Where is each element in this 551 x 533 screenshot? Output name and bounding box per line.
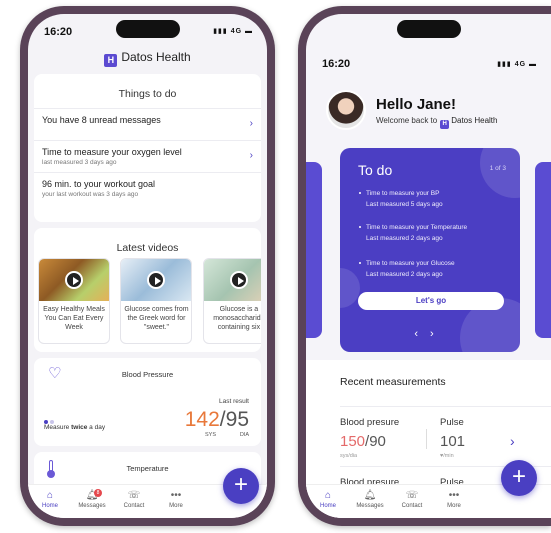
camera-notch — [115, 20, 180, 38]
tab-messages[interactable]: 🔔︎ 8 Messages — [72, 489, 112, 509]
status-time: 16:20 — [44, 26, 73, 38]
bp-value: 142/95 — [185, 408, 249, 432]
todo-item-title: 96 min. to your workout goal — [42, 179, 156, 189]
bell-icon: 🔔︎ — [85, 490, 99, 501]
more-dots-icon: ••• — [448, 490, 460, 501]
add-button[interactable]: + — [501, 460, 537, 496]
chevron-left-icon[interactable]: ‹ — [414, 328, 430, 340]
bp-sys-value: 142 — [184, 408, 220, 431]
todo-list: You have 8 unread messages › Time to mea… — [34, 108, 261, 204]
chevron-right-icon[interactable]: › — [430, 328, 446, 340]
todo-item-title: Time to measure your oxygen level — [42, 147, 182, 157]
bell-icon: 🔔︎ — [363, 490, 377, 501]
video-caption: Glucose is a monosaccharide containing s… — [213, 306, 261, 331]
unread-badge: 8 — [94, 489, 102, 497]
play-icon[interactable] — [65, 271, 83, 289]
blood-pressure-title: Blood Pressure — [121, 370, 174, 379]
todo-item-glucose[interactable]: Time to measure your Glucose Last measure… — [359, 258, 455, 280]
last-result-label: Last result — [219, 398, 249, 405]
home-icon: ⌂ — [324, 490, 332, 501]
todo-item-sub: last measured 3 days ago — [42, 159, 117, 166]
tab-messages[interactable]: 🔔︎ Messages — [350, 489, 390, 509]
blood-pressure-card[interactable]: ♡ Blood Pressure Last result 142/95 SYS … — [34, 358, 261, 446]
phone-frame-right: 16:20 ▮▮▮ 4G ▬ Hello Jane! Welcome back … — [298, 6, 551, 526]
brand-name: Datos Health — [121, 50, 191, 64]
measure-frequency: Measure twice a day — [44, 424, 106, 431]
video-card-glucose[interactable]: Glucose comes from the Greek word for "s… — [120, 258, 193, 344]
play-icon[interactable] — [229, 271, 248, 289]
carousel-prev-card[interactable] — [306, 162, 322, 338]
tab-more[interactable]: ••• More — [156, 489, 196, 509]
network-label: 4G — [230, 28, 243, 35]
bp-label: Blood presure — [340, 417, 400, 428]
phone-icon: ☏ — [127, 490, 141, 501]
pulse-reading: 101 — [440, 433, 466, 450]
carousel-next-card[interactable] — [535, 162, 551, 338]
brand-name: Datos Health — [451, 116, 498, 125]
video-thumbnail — [39, 259, 109, 301]
add-button[interactable]: + — [223, 468, 259, 504]
network-label: 4G — [514, 61, 527, 68]
temperature-title: Temperature — [126, 464, 169, 473]
more-dots-icon: ••• — [170, 490, 182, 501]
video-carousel[interactable]: Easy Healthy Meals You Can Eat Every Wee… — [38, 258, 261, 344]
sys-label: SYS — [205, 432, 217, 438]
video-card-meals[interactable]: Easy Healthy Meals You Can Eat Every Wee… — [38, 258, 110, 344]
lets-go-button[interactable]: Let's go — [358, 292, 504, 310]
datos-logo-icon: H — [104, 54, 118, 67]
bp-reading: 150/90 — [340, 433, 386, 450]
todo-carousel-card: To do 1 of 3 Time to measure your BP Last… — [340, 148, 520, 352]
todo-title: To do — [358, 162, 393, 178]
phone-screen-left: 16:20 ▮▮▮ 4G ▬ H Datos Health Things to d… — [28, 14, 267, 518]
camera-notch — [396, 20, 461, 38]
tab-home[interactable]: ⌂ Home — [308, 489, 348, 509]
bp-unit: sys/dia — [340, 453, 358, 459]
app-brand: H Datos Health — [28, 50, 267, 67]
chevron-right-icon: › — [510, 433, 515, 449]
tab-contact[interactable]: ☏ Contact — [392, 489, 432, 509]
things-to-do-card: Things to do You have 8 unread messages … — [34, 74, 261, 222]
video-caption: Easy Healthy Meals You Can Eat Every Wee… — [43, 306, 105, 331]
latest-videos-title: Latest videos — [116, 242, 179, 254]
carousel-controls: ‹› — [340, 328, 520, 340]
pulse-label: Pulse — [440, 417, 464, 428]
signal-icon: ▮▮▮ 4G ▬ — [497, 61, 537, 68]
todo-item-title: You have 8 unread messages — [42, 115, 161, 125]
recent-measurements-title: Recent measurements — [340, 376, 446, 388]
latest-videos-card: Latest videos Easy Healthy Meals You Can… — [34, 228, 261, 352]
phone-screen-right: 16:20 ▮▮▮ 4G ▬ Hello Jane! Welcome back … — [306, 14, 551, 518]
things-to-do-title: Things to do — [118, 88, 177, 100]
todo-pager: 1 of 3 — [489, 165, 506, 172]
greeting-title: Hello Jane! — [376, 96, 457, 113]
dia-label: DIA — [239, 432, 249, 438]
todo-item-workout[interactable]: 96 min. to your workout goal your last w… — [34, 172, 261, 204]
home-icon: ⌂ — [46, 490, 54, 501]
datos-logo-icon: H — [440, 120, 450, 129]
todo-item-temperature[interactable]: Time to measure your Temperature Last mea… — [358, 222, 467, 244]
play-icon[interactable] — [147, 271, 166, 289]
tab-more[interactable]: ••• More — [434, 489, 474, 509]
tab-home[interactable]: ⌂ Home — [30, 489, 70, 509]
video-caption: Glucose comes from the Greek word for "s… — [124, 306, 189, 331]
video-thumbnail — [203, 259, 261, 301]
app-brand-inline: H Datos Health — [437, 116, 498, 129]
todo-item-oxygen[interactable]: Time to measure your oxygen level last m… — [34, 140, 261, 172]
measurement-row[interactable]: Blood presure Pulse 150/90 101 sys/dia ♥… — [340, 406, 551, 466]
todo-item-messages[interactable]: You have 8 unread messages › — [34, 108, 261, 140]
phone-icon: ☏ — [405, 490, 419, 501]
chevron-right-icon: › — [249, 150, 253, 161]
tab-contact[interactable]: ☏ Contact — [114, 489, 154, 509]
video-thumbnail — [121, 259, 192, 301]
todo-item-sub: your last workout was 3 days ago — [42, 191, 139, 198]
bp-dia-value: 95 — [225, 408, 249, 431]
user-avatar[interactable] — [326, 90, 366, 130]
phone-frame-left: 16:20 ▮▮▮ 4G ▬ H Datos Health Things to d… — [20, 6, 275, 526]
welcome-text: Welcome back to H Datos Health — [376, 116, 498, 129]
chevron-right-icon: › — [249, 118, 253, 129]
todo-item-bp[interactable]: Time to measure your BP Last measured 5 d… — [359, 188, 443, 210]
video-card-monosaccharide[interactable]: Glucose is a monosaccharide containing s… — [202, 258, 261, 344]
signal-icon: ▮▮▮ 4G ▬ — [213, 28, 253, 35]
status-time: 16:20 — [322, 58, 351, 70]
pulse-unit: ♥/min — [440, 453, 454, 459]
